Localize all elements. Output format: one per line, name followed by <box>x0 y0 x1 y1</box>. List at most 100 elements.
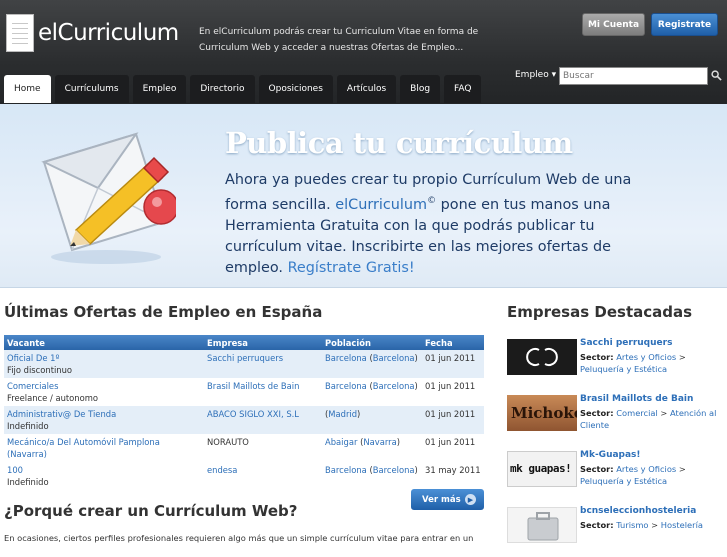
job-date: 01 jun 2011 <box>422 350 484 378</box>
company-name: NORAUTO <box>207 437 249 447</box>
tab-articulos[interactable]: Artículos <box>336 75 397 103</box>
job-date: 01 jun 2011 <box>425 437 476 447</box>
table-row: Mecánico/a Del Automóvil Pamplona (Navar… <box>4 434 484 462</box>
contract-type: Indefinido <box>7 477 49 487</box>
job-title-link[interactable]: Administrativ@ De Tienda <box>7 409 116 419</box>
company-link[interactable]: Brasil Maillots de Bain <box>207 381 299 391</box>
featured-company: bcnseleccionhosteleria Sector: Turismo >… <box>507 506 727 557</box>
subsector-link[interactable]: Peluquería y Estética <box>580 364 667 374</box>
search-icon[interactable] <box>711 70 722 81</box>
registrate-gratis-link[interactable]: Regístrate Gratis! <box>288 260 415 276</box>
porque-text: En ocasiones, ciertos perfiles profesion… <box>4 533 474 543</box>
sector-link[interactable]: Turismo <box>616 520 648 530</box>
job-offers-table: Vacante Empresa Población Fecha Oficial … <box>4 335 484 490</box>
sector-link[interactable]: Artes y Oficios <box>616 464 676 474</box>
subsector-link[interactable]: Peluquería y Estética <box>580 476 667 486</box>
table-row: Oficial De 1º Fijo discontinuo Sacchi per… <box>4 350 484 378</box>
province-link[interactable]: Navarra <box>363 437 396 447</box>
porque-section-title: ¿Porqué crear un Currículum Web? <box>4 502 298 520</box>
ofertas-section-title: Últimas Ofertas de Empleo en España <box>4 303 323 321</box>
site-header: elCurriculum En elCurriculum podrás crea… <box>0 0 727 104</box>
city-link[interactable]: Abaigar <box>325 437 357 447</box>
sector-label: Sector: <box>580 464 614 474</box>
col-empresa: Empresa <box>204 335 322 350</box>
col-fecha: Fecha <box>422 335 484 350</box>
company-logo[interactable]: Michoko <box>507 395 577 431</box>
site-logo[interactable]: elCurriculum <box>6 14 179 52</box>
sector-label: Sector: <box>580 408 614 418</box>
company-sector: Sector: Comercial > Atención al Cliente <box>580 408 717 430</box>
tab-home[interactable]: Home <box>4 75 51 103</box>
tab-directorio[interactable]: Directorio <box>190 75 255 103</box>
document-icon <box>6 14 34 52</box>
company-sector: Sector: Artes y Oficios > Peluquería y E… <box>580 352 686 374</box>
col-poblacion: Población <box>322 335 422 350</box>
company-sector: Sector: Artes y Oficios > Peluquería y E… <box>580 464 686 486</box>
envelope-pencil-icon <box>41 132 176 264</box>
job-date: 01 jun 2011 <box>422 406 484 434</box>
sector-link[interactable]: Comercial <box>616 408 658 418</box>
logo-text: mk guapas! <box>510 462 572 475</box>
search-scope-dropdown[interactable]: Empleo ▾ <box>515 70 556 80</box>
arrow-right-icon: ▶ <box>465 494 476 505</box>
city-link[interactable]: Barcelona <box>325 353 367 363</box>
table-row: Administrativ@ De Tienda Indefinido ABACO… <box>4 406 484 434</box>
tab-oposiciones[interactable]: Oposiciones <box>258 75 333 103</box>
province-link[interactable]: Barcelona <box>373 381 415 391</box>
tab-empleo[interactable]: Empleo <box>132 75 187 103</box>
job-title-link[interactable]: Mecánico/a Del Automóvil Pamplona (Navar… <box>7 437 160 459</box>
company-name-link[interactable]: Sacchi perruquers <box>580 338 672 348</box>
contract-type: Indefinido <box>7 421 49 431</box>
sector-label: Sector: <box>580 352 614 362</box>
main-nav: Home Currículums Empleo Directorio Oposi… <box>4 75 485 103</box>
featured-company: Michoko Brasil Maillots de Bain Sector: … <box>507 394 727 445</box>
ver-mas-button[interactable]: Ver más ▶ <box>411 489 484 510</box>
tab-faq[interactable]: FAQ <box>444 75 482 103</box>
company-name-link[interactable]: Brasil Maillots de Bain <box>580 394 693 404</box>
empresas-section-title: Empresas Destacadas <box>507 303 693 321</box>
tab-curriculums[interactable]: Currículums <box>54 75 129 103</box>
search-input[interactable] <box>559 67 708 85</box>
contract-type: Freelance / autonomo <box>7 393 99 403</box>
company-name-link[interactable]: bcnseleccionhosteleria <box>580 506 696 516</box>
province-link[interactable]: Barcelona <box>373 353 415 363</box>
company-logo[interactable] <box>507 339 577 375</box>
city-link[interactable]: Barcelona <box>325 465 367 475</box>
sector-label: Sector: <box>580 520 614 530</box>
company-logo[interactable] <box>507 507 577 543</box>
logo-text: Michoko <box>511 404 577 422</box>
job-title-link[interactable]: Oficial De 1º <box>7 353 59 363</box>
hero-brand-link[interactable]: elCurriculum <box>335 197 427 213</box>
ver-mas-label: Ver más <box>422 494 461 505</box>
hero-description: Ahora ya puedes crear tu propio Currícul… <box>225 170 665 279</box>
table-row: 100 Indefinido endesa Barcelona (Barcelon… <box>4 462 484 490</box>
city-link[interactable]: Barcelona <box>325 381 367 391</box>
briefcase-icon <box>527 512 559 541</box>
copyright-mark: © <box>427 196 437 206</box>
logo-text: elCurriculum <box>38 20 179 46</box>
province-link[interactable]: Barcelona <box>373 465 415 475</box>
header-tagline: En elCurriculum podrás crear tu Curricul… <box>199 27 479 53</box>
table-row: Comerciales Freelance / autonomo Brasil M… <box>4 378 484 406</box>
hero-title: Publica tu currículum <box>225 126 573 160</box>
company-link[interactable]: ABACO SIGLO XXI, S.L <box>207 409 299 419</box>
job-title-link[interactable]: Comerciales <box>7 381 58 391</box>
job-title-link[interactable]: 100 <box>7 465 23 475</box>
featured-company: Sacchi perruquers Sector: Artes y Oficio… <box>507 338 727 389</box>
company-logo[interactable]: mk guapas! <box>507 451 577 487</box>
table-header-row: Vacante Empresa Población Fecha <box>4 335 484 350</box>
job-date: 01 jun 2011 <box>425 381 476 391</box>
province-link[interactable]: Madrid <box>328 409 357 419</box>
registrate-button[interactable]: Registrate <box>651 13 718 36</box>
subsector-link[interactable]: Hostelería <box>661 520 703 530</box>
sector-link[interactable]: Artes y Oficios <box>616 352 676 362</box>
company-link[interactable]: endesa <box>207 465 237 475</box>
company-sector: Sector: Turismo > Hostelería <box>580 520 703 530</box>
col-vacante: Vacante <box>4 335 204 350</box>
tab-blog[interactable]: Blog <box>400 75 441 103</box>
hero-banner: Publica tu currículum Ahora ya puedes cr… <box>0 104 727 288</box>
company-link[interactable]: Sacchi perruquers <box>207 353 283 363</box>
contract-type: Fijo discontinuo <box>7 365 73 375</box>
company-name-link[interactable]: Mk-Guapas! <box>580 450 641 460</box>
mi-cuenta-button[interactable]: Mi Cuenta <box>582 13 645 36</box>
